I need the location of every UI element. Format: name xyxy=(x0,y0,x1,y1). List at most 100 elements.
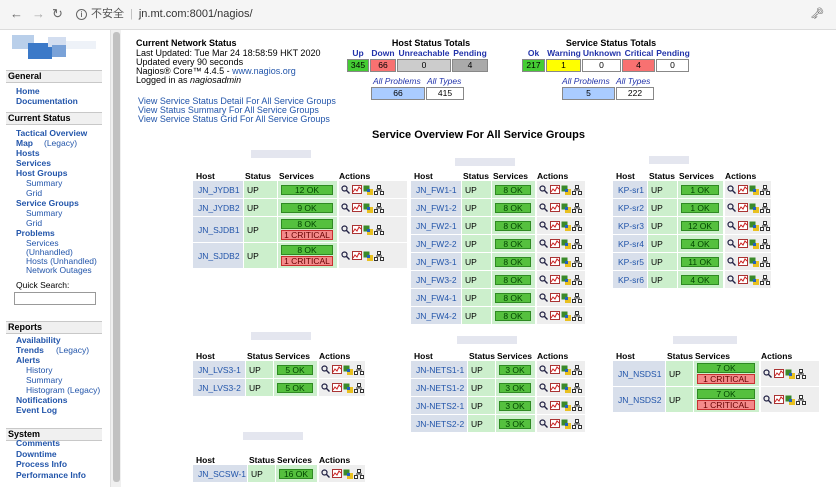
host-link[interactable]: JN_JYDB2 xyxy=(193,199,243,216)
hostgroup-icon[interactable] xyxy=(363,185,373,195)
service-ok-badge[interactable]: 5 OK xyxy=(277,365,313,375)
host-up-count[interactable]: 345 xyxy=(347,59,369,72)
search-icon[interactable] xyxy=(727,221,736,230)
search-icon[interactable] xyxy=(539,239,548,248)
search-icon[interactable] xyxy=(341,251,350,260)
service-ok-badge[interactable]: 3 OK xyxy=(499,401,531,411)
host-link[interactable]: JN-NETS2-1 xyxy=(411,397,467,414)
svc-pending-count[interactable]: 0 xyxy=(656,59,689,72)
search-icon[interactable] xyxy=(539,311,548,320)
host-link[interactable]: JN_LVS3-1 xyxy=(193,361,245,378)
chart-icon[interactable] xyxy=(550,185,560,194)
search-icon[interactable] xyxy=(539,383,548,392)
service-ok-badge[interactable]: 12 OK xyxy=(681,221,719,231)
sidebar-link[interactable]: Tactical Overview xyxy=(16,128,87,138)
host-link[interactable]: JN_FW4-2 xyxy=(411,307,461,324)
svc-all-problems-label[interactable]: All Problems xyxy=(562,76,610,86)
chart-icon[interactable] xyxy=(332,365,342,374)
search-icon[interactable] xyxy=(539,293,548,302)
search-icon[interactable] xyxy=(763,395,772,404)
sidebar-link[interactable]: Hosts xyxy=(16,148,40,158)
svc-critical-count[interactable]: 4 xyxy=(622,59,655,72)
hostgroup-icon[interactable] xyxy=(561,419,571,429)
network-icon[interactable] xyxy=(354,383,364,393)
search-icon[interactable] xyxy=(341,203,350,212)
host-pending-count[interactable]: 4 xyxy=(452,59,488,72)
service-ok-badge[interactable]: 5 OK xyxy=(277,383,313,393)
host-link[interactable]: JN_FW1-1 xyxy=(411,181,461,198)
search-icon[interactable] xyxy=(763,369,772,378)
svc-warning-count[interactable]: 1 xyxy=(546,59,581,72)
hostgroup-icon[interactable] xyxy=(749,257,759,267)
service-ok-badge[interactable]: 8 OK xyxy=(495,221,531,231)
service-ok-badge[interactable]: 8 OK xyxy=(495,275,531,285)
network-icon[interactable] xyxy=(572,365,582,375)
hostgroup-icon[interactable] xyxy=(343,365,353,375)
sidebar-link[interactable]: Availability xyxy=(16,335,61,345)
svc-ok-count[interactable]: 217 xyxy=(522,59,545,72)
chart-icon[interactable] xyxy=(550,221,560,230)
host-link[interactable]: JN_SJDB2 xyxy=(193,243,243,268)
sidebar-link[interactable]: History xyxy=(26,365,52,375)
host-link[interactable]: KP-sr1 xyxy=(613,181,647,198)
chart-icon[interactable] xyxy=(332,469,342,478)
reload-icon[interactable]: ↻ xyxy=(52,6,63,22)
hostgroup-icon[interactable] xyxy=(363,203,373,213)
service-ok-badge[interactable]: 9 OK xyxy=(281,203,333,213)
hostgroup-icon[interactable] xyxy=(561,203,571,213)
service-critical-badge[interactable]: 1 CRITICAL xyxy=(281,256,333,266)
chart-icon[interactable] xyxy=(774,369,784,378)
network-icon[interactable] xyxy=(796,369,806,379)
svc-all-types-count[interactable]: 222 xyxy=(616,87,654,100)
chart-icon[interactable] xyxy=(352,185,362,194)
sidebar-link[interactable]: Home xyxy=(16,86,40,96)
sidebar-link[interactable]: Alerts xyxy=(16,355,40,365)
sidebar-link[interactable]: Grid xyxy=(26,188,42,198)
service-ok-badge[interactable]: 16 OK xyxy=(279,469,313,479)
hostgroup-icon[interactable] xyxy=(561,383,571,393)
hostgroup-icon[interactable] xyxy=(561,365,571,375)
host-link[interactable]: JN_FW4-1 xyxy=(411,289,461,306)
sidebar-link[interactable]: Map xyxy=(16,138,33,148)
hostgroup-icon[interactable] xyxy=(343,469,353,479)
sidebar-link[interactable]: Event Log xyxy=(16,405,57,415)
chart-icon[interactable] xyxy=(550,293,560,302)
host-link[interactable]: JN-NETS1-1 xyxy=(411,361,467,378)
host-up-header[interactable]: Up xyxy=(347,48,369,58)
host-link[interactable]: KP-sr2 xyxy=(613,199,647,216)
search-icon[interactable] xyxy=(539,275,548,284)
host-all-types-count[interactable]: 415 xyxy=(426,87,464,100)
sidebar-link[interactable]: Network Outages xyxy=(26,265,92,275)
search-icon[interactable] xyxy=(727,275,736,284)
host-pending-header[interactable]: Pending xyxy=(451,48,489,58)
hostgroup-icon[interactable] xyxy=(363,251,373,261)
service-ok-badge[interactable]: 3 OK xyxy=(499,383,531,393)
sidebar-link[interactable]: Trends xyxy=(16,345,44,355)
search-icon[interactable] xyxy=(727,203,736,212)
chart-icon[interactable] xyxy=(332,383,342,392)
sidebar-link[interactable]: Performance Info xyxy=(16,470,86,480)
network-icon[interactable] xyxy=(760,221,770,231)
service-ok-badge[interactable]: 8 OK xyxy=(495,293,531,303)
network-icon[interactable] xyxy=(572,383,582,393)
network-icon[interactable] xyxy=(572,239,582,249)
svc-warning-header[interactable]: Warning xyxy=(546,48,582,58)
search-icon[interactable] xyxy=(341,225,350,234)
host-link[interactable]: JN_NSDS1 xyxy=(613,361,665,386)
hostgroup-icon[interactable] xyxy=(561,401,571,411)
address-bar[interactable]: i 不安全 | jn.mt.com:8001/nagios/ xyxy=(76,5,816,24)
search-icon[interactable] xyxy=(539,221,548,230)
host-link[interactable]: JN_JYDB1 xyxy=(193,181,243,198)
hostgroup-icon[interactable] xyxy=(343,383,353,393)
svc-pending-header[interactable]: Pending xyxy=(656,48,690,58)
network-icon[interactable] xyxy=(572,275,582,285)
hostgroup-icon[interactable] xyxy=(785,369,795,379)
network-icon[interactable] xyxy=(760,203,770,213)
hostgroup-icon[interactable] xyxy=(749,221,759,231)
chart-icon[interactable] xyxy=(738,203,748,212)
network-icon[interactable] xyxy=(354,365,364,375)
search-icon[interactable] xyxy=(539,203,548,212)
chart-icon[interactable] xyxy=(550,311,560,320)
host-link[interactable]: KP-sr5 xyxy=(613,253,647,270)
service-ok-badge[interactable]: 7 OK xyxy=(697,363,755,373)
